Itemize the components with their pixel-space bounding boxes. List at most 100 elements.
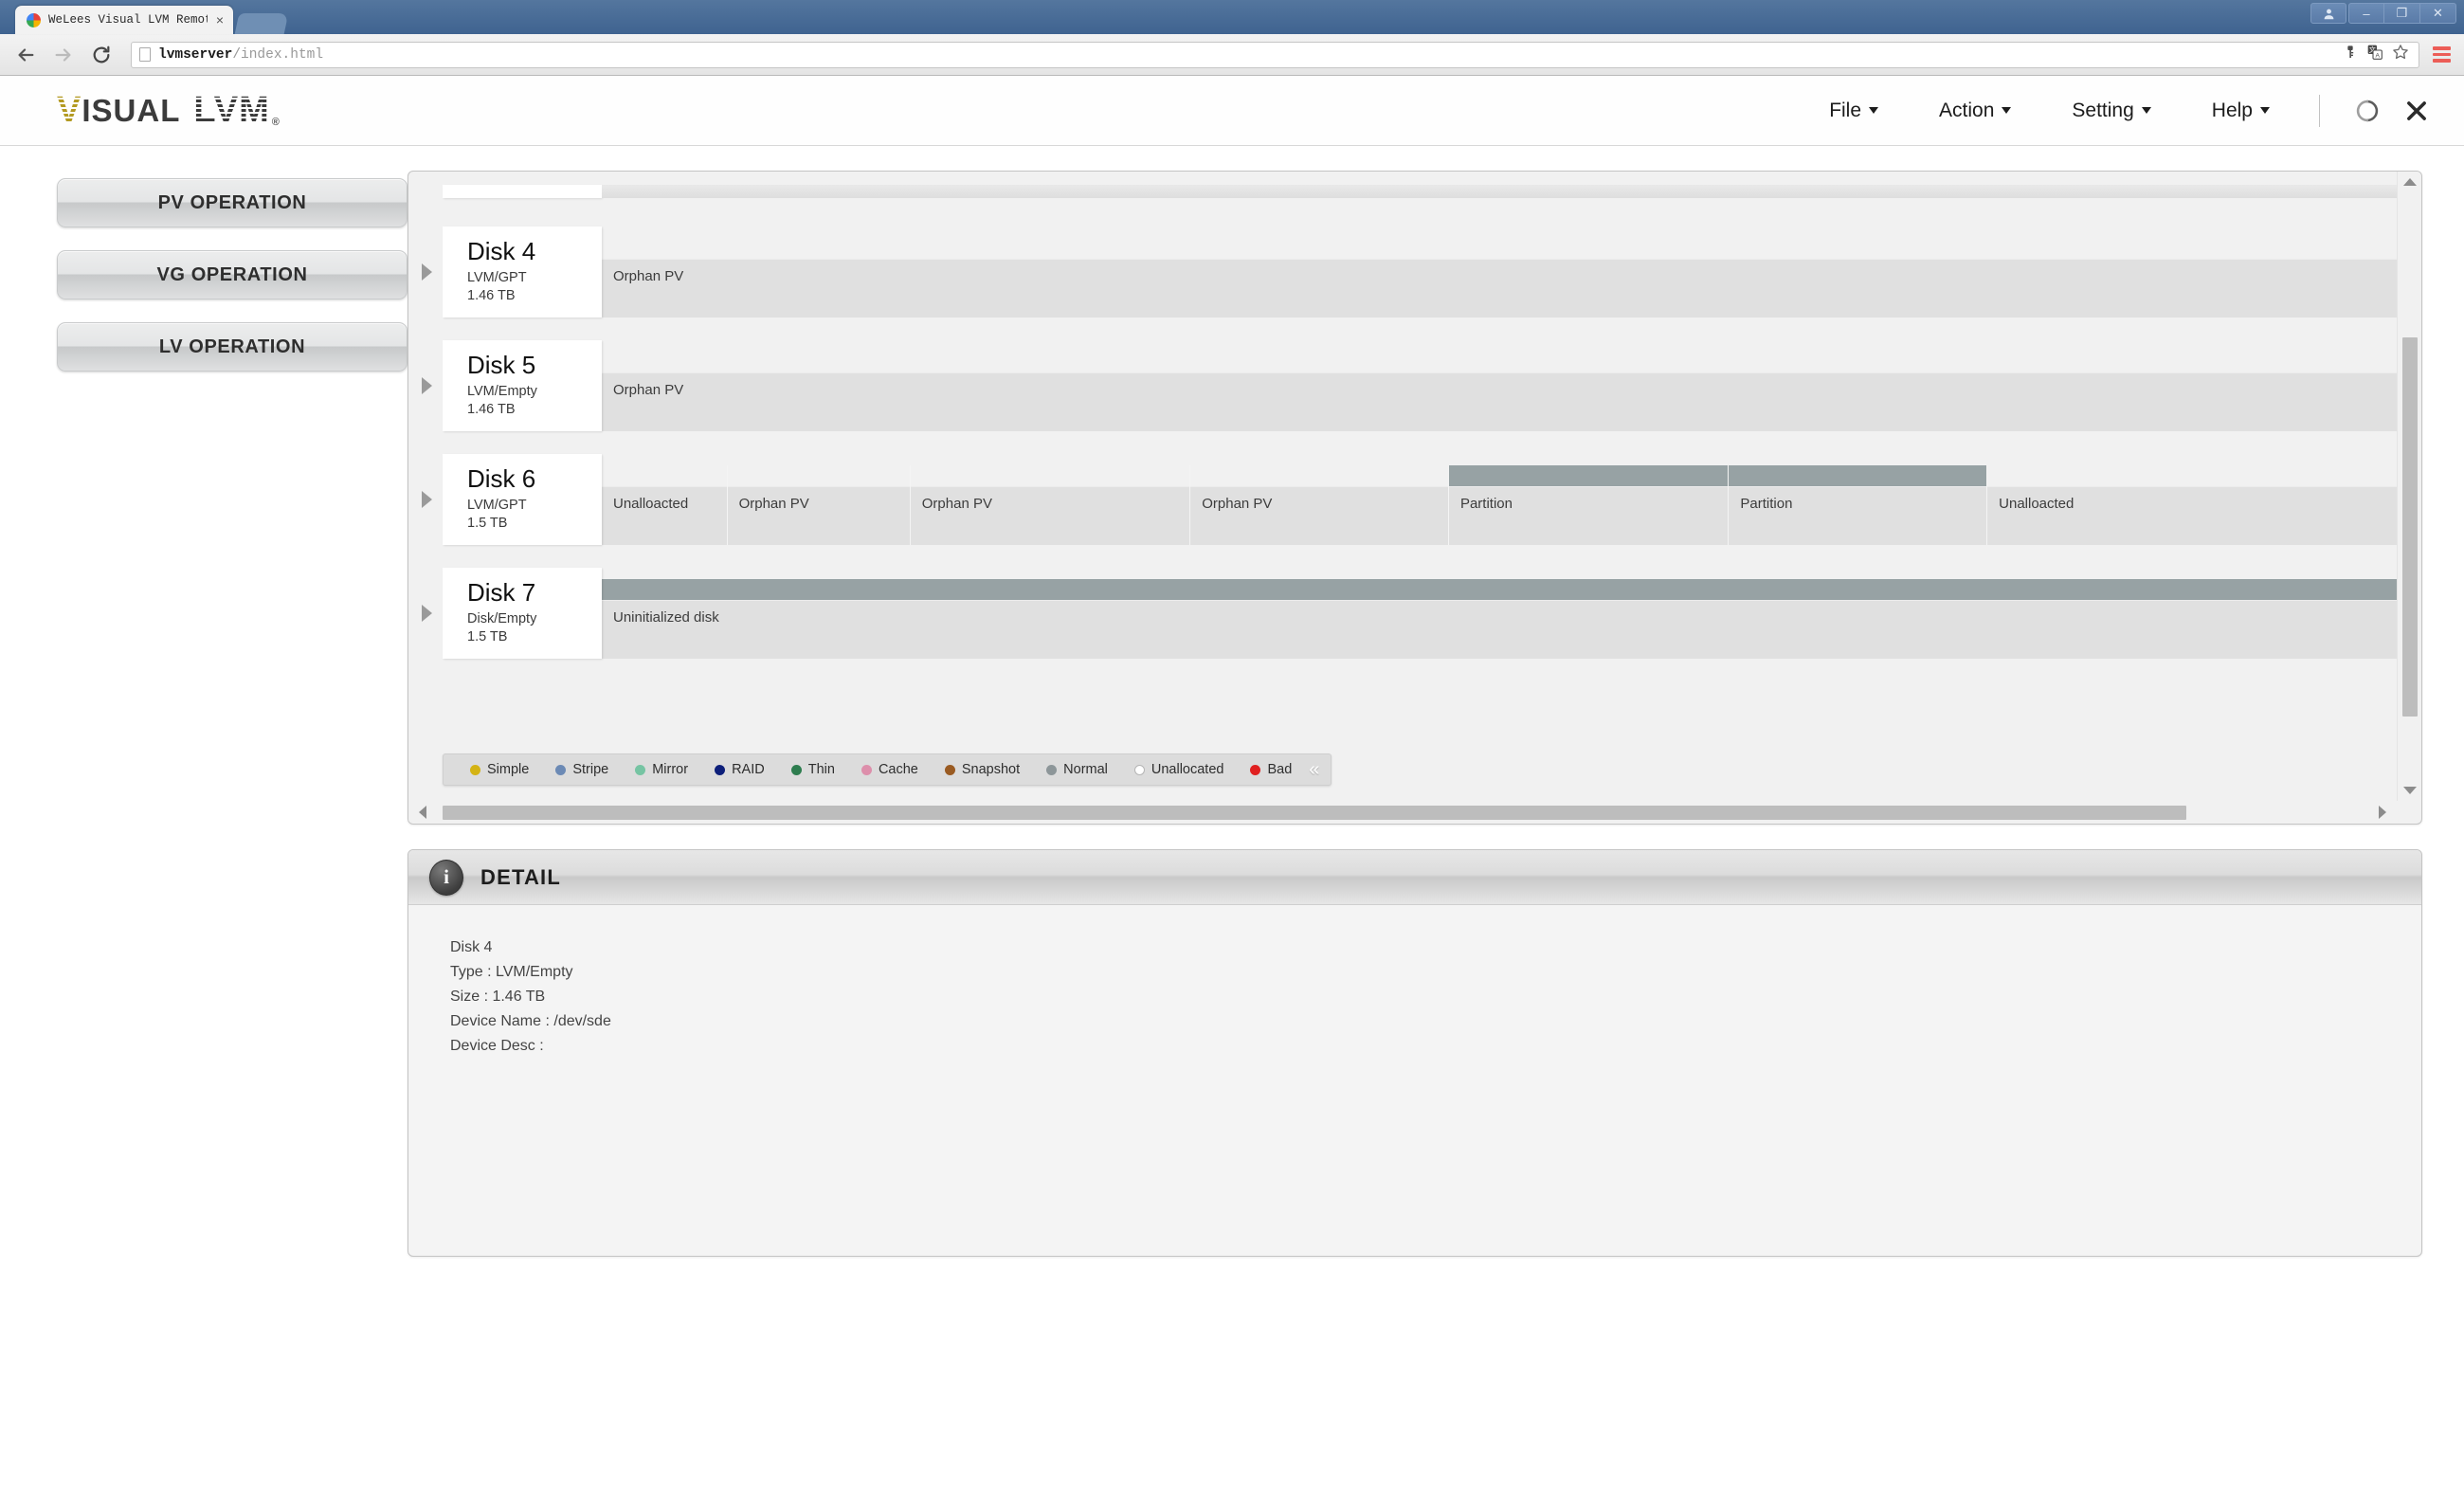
disk-segment[interactable]: Orphan PV [1190, 465, 1449, 545]
lv-operation-button[interactable]: LV OPERATION [57, 322, 408, 372]
restore-button[interactable]: ❐ [2384, 3, 2420, 24]
refresh-icon[interactable] [2346, 90, 2388, 132]
scroll-left-arrow-icon[interactable] [412, 806, 433, 819]
disk-row[interactable]: Disk 5LVM/Empty1.46 TBOrphan PV [443, 340, 2397, 431]
logo-text: VISUALLVM® [57, 90, 281, 131]
scroll-right-arrow-icon[interactable] [2372, 806, 2393, 819]
legend-color-dot [791, 765, 802, 775]
disk-segment[interactable]: Unalloacted [1987, 465, 2397, 545]
browser-tab[interactable]: WeLees Visual LVM Remot × [15, 6, 233, 34]
segment-usage-bar [602, 238, 2397, 259]
reload-icon[interactable] [89, 43, 114, 67]
vg-operation-button[interactable]: VG OPERATION [57, 250, 408, 299]
window-close-button[interactable]: ✕ [2420, 3, 2456, 24]
url-path: /index.html [232, 47, 323, 63]
horizontal-scrollbar[interactable] [408, 801, 2397, 824]
disk-segment[interactable]: Uninitialized disk [602, 579, 2397, 659]
menu-setting[interactable]: Setting [2041, 100, 2181, 122]
disk-segment[interactable]: Orphan PV [602, 352, 2397, 431]
legend-item[interactable]: RAID [701, 762, 778, 777]
disk-segment[interactable]: Orphan PV [728, 465, 911, 545]
disk-type: LVM/GPT [467, 497, 602, 516]
legend-item[interactable]: Simple [457, 762, 542, 777]
disk-name: Disk 6 [467, 465, 602, 493]
detail-header: i DETAIL [408, 850, 2421, 905]
menu-action[interactable]: Action [1909, 100, 2041, 122]
segment-usage-bar [1987, 465, 2397, 486]
partial-track-area [602, 185, 2397, 198]
menu-file[interactable]: File [1799, 100, 1909, 122]
disk-segment[interactable]: Orphan PV [911, 465, 1190, 545]
legend-item[interactable]: Thin [778, 762, 848, 777]
disk-name: Disk 4 [467, 238, 602, 265]
legend-label: Stripe [572, 762, 608, 777]
disk-track: Uninitialized disk [602, 568, 2397, 659]
disk-segment[interactable]: Orphan PV [602, 238, 2397, 318]
main-content: Disk 4LVM/GPT1.46 TBOrphan PVDisk 5LVM/E… [408, 171, 2432, 1505]
window-controls: – ❐ ✕ [2310, 3, 2456, 24]
legend-item[interactable]: Unallocated [1121, 762, 1238, 777]
forward-arrow-icon[interactable] [51, 43, 76, 67]
horizontal-scroll-thumb[interactable] [443, 806, 2186, 820]
close-icon[interactable] [2396, 90, 2437, 132]
translate-icon[interactable]: 文A [2367, 45, 2382, 64]
scroll-down-arrow-icon[interactable] [2398, 780, 2422, 801]
segment-label: Orphan PV [1190, 486, 1448, 545]
new-tab-button[interactable] [235, 13, 289, 34]
legend-item[interactable]: Snapshot [932, 762, 1033, 777]
scroll-up-arrow-icon[interactable] [2398, 172, 2422, 192]
disk-row[interactable]: Disk 4LVM/GPT1.46 TBOrphan PV [443, 227, 2397, 318]
back-arrow-icon[interactable] [13, 43, 38, 67]
disk-segment[interactable]: Partition [1449, 465, 1729, 545]
menu-help[interactable]: Help [2182, 100, 2300, 122]
disk-segment[interactable]: Partition [1729, 465, 1987, 545]
legend-label: Normal [1063, 762, 1108, 777]
legend-item[interactable]: Stripe [542, 762, 622, 777]
legend-item[interactable]: Normal [1033, 762, 1121, 777]
url-bar[interactable]: lvmserver/index.html 文A [131, 42, 2419, 68]
pv-operation-button[interactable]: PV OPERATION [57, 178, 408, 227]
legend-item[interactable]: Cache [848, 762, 932, 777]
legend-label: Snapshot [962, 762, 1020, 777]
disk-label[interactable]: Disk 6LVM/GPT1.5 TB [443, 454, 602, 545]
legend-color-dot [1046, 765, 1057, 775]
disk-list: Disk 4LVM/GPT1.46 TBOrphan PVDisk 5LVM/E… [408, 172, 2397, 801]
disk-label[interactable]: Disk 7Disk/Empty1.5 TB [443, 568, 602, 659]
legend-label: Cache [879, 762, 918, 777]
expand-triangle-icon[interactable] [422, 605, 432, 622]
legend-item[interactable]: Mirror [622, 762, 701, 777]
chevron-down-icon [1869, 107, 1878, 114]
key-icon[interactable] [2343, 45, 2358, 64]
segment-usage-bar [1729, 465, 1986, 486]
minimize-button[interactable]: – [2348, 3, 2384, 24]
expand-triangle-icon[interactable] [422, 263, 432, 281]
disk-row[interactable]: Disk 6LVM/GPT1.5 TBUnalloactedOrphan PVO… [443, 454, 2397, 545]
disk-segment[interactable]: Unalloacted [602, 465, 728, 545]
disk-label[interactable]: Disk 5LVM/Empty1.46 TB [443, 340, 602, 431]
vertical-scroll-thumb[interactable] [2402, 337, 2418, 717]
app-body: PV OPERATION VG OPERATION LV OPERATION D… [0, 146, 2464, 1505]
expand-triangle-icon[interactable] [422, 377, 432, 394]
menu-divider [2319, 95, 2320, 127]
star-icon[interactable] [2392, 44, 2409, 65]
svg-text:A: A [2375, 52, 2380, 59]
detail-panel: i DETAIL Disk 4Type : LVM/EmptySize : 1.… [408, 849, 2422, 1257]
profile-icon[interactable] [2310, 3, 2346, 24]
tab-close-icon[interactable]: × [216, 13, 224, 27]
legend-label: Mirror [652, 762, 688, 777]
menu-action-label: Action [1939, 100, 1994, 122]
legend-item[interactable]: Bad [1237, 762, 1305, 777]
segment-usage-bar [602, 579, 2397, 600]
hamburger-menu-icon[interactable] [2433, 46, 2451, 63]
legend-color-dot [715, 765, 725, 775]
legend-collapse-icon[interactable]: « [1305, 760, 1325, 779]
segment-label: Unalloacted [602, 486, 727, 545]
legend-label: Thin [808, 762, 835, 777]
expand-triangle-icon[interactable] [422, 491, 432, 508]
legend-color-dot [470, 765, 480, 775]
disk-label[interactable]: Disk 4LVM/GPT1.46 TB [443, 227, 602, 318]
horizontal-scroll-track[interactable] [433, 806, 2372, 820]
vertical-scrollbar[interactable] [2397, 172, 2421, 801]
disk-row[interactable]: Disk 7Disk/Empty1.5 TBUninitialized disk [443, 568, 2397, 659]
disk-size: 1.46 TB [467, 401, 602, 420]
